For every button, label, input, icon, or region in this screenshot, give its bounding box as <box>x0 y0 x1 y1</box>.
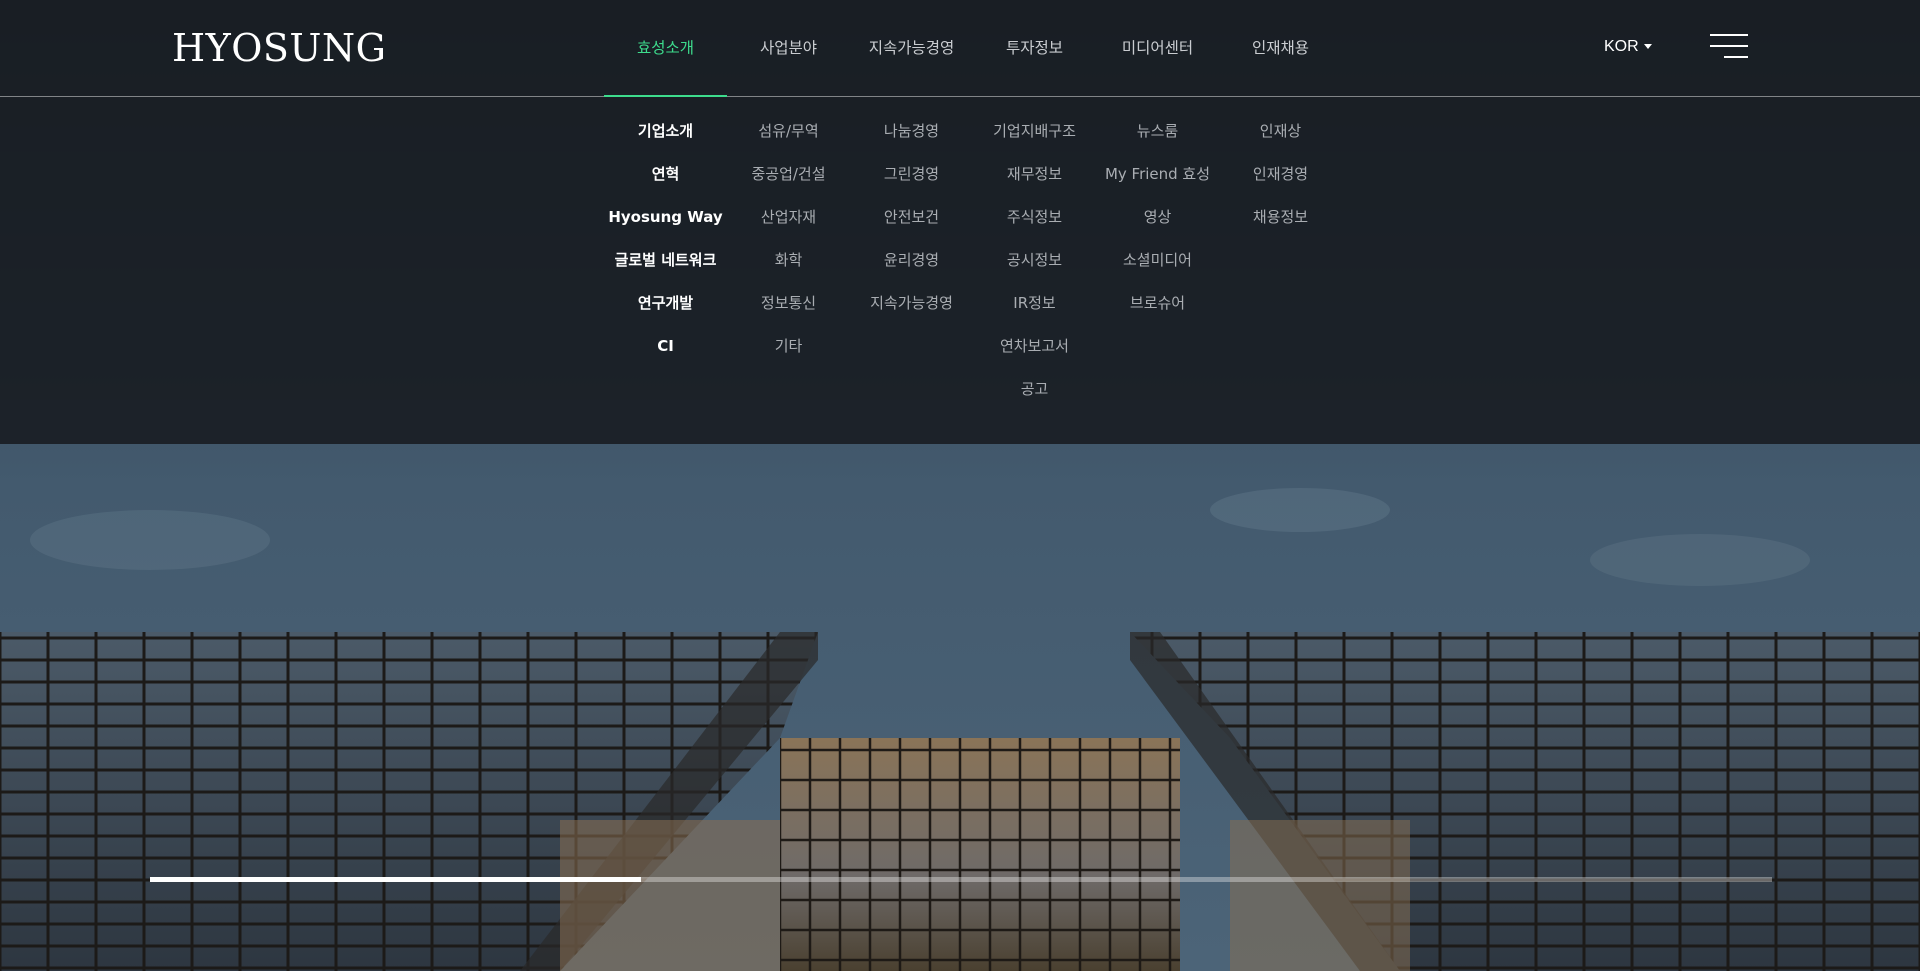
language-label: KOR <box>1604 38 1639 55</box>
submenu-item[interactable]: 연차보고서 <box>973 329 1096 372</box>
submenu-item[interactable]: 연혁 <box>604 157 727 200</box>
submenu-item[interactable]: 인재경영 <box>1219 157 1342 200</box>
submenu-item[interactable]: 공시정보 <box>973 243 1096 286</box>
submenu-item[interactable]: 글로벌 네트워크 <box>604 243 727 286</box>
submenu-item[interactable]: IR정보 <box>973 286 1096 329</box>
submenu-item[interactable]: 나눔경영 <box>850 114 973 157</box>
nav-item-about[interactable]: 효성소개 <box>604 0 727 97</box>
submenu-item[interactable]: 중공업/건설 <box>727 157 850 200</box>
submenu-item[interactable]: 지속가능경영 <box>850 286 973 329</box>
submenu-item[interactable]: 브로슈어 <box>1096 286 1219 329</box>
submenu-column-business: 섬유/무역 중공업/건설 산업자재 화학 정보통신 기타 <box>727 114 850 415</box>
slider-progress-fill <box>150 877 642 882</box>
submenu-column-careers: 인재상 인재경영 채용정보 <box>1219 114 1342 415</box>
submenu-item[interactable]: 정보통신 <box>727 286 850 329</box>
submenu-item[interactable]: 재무정보 <box>973 157 1096 200</box>
submenu-column-sustainability: 나눔경영 그린경영 안전보건 윤리경영 지속가능경영 <box>850 114 973 415</box>
hamburger-icon[interactable] <box>1710 34 1748 58</box>
mega-menu-overlay: HYOSUNG 효성소개 사업분야 지속가능경영 투자정보 미디어센터 인재채용… <box>0 0 1920 444</box>
submenu-item[interactable]: 영상 <box>1096 200 1219 243</box>
submenu-item[interactable]: 소셜미디어 <box>1096 243 1219 286</box>
submenu-item[interactable]: 주식정보 <box>973 200 1096 243</box>
submenu-item[interactable]: 섬유/무역 <box>727 114 850 157</box>
nav-item-careers[interactable]: 인재채용 <box>1219 0 1342 96</box>
slider-progress-bar[interactable] <box>150 877 1772 882</box>
submenu-column-about: 기업소개 연혁 Hyosung Way 글로벌 네트워크 연구개발 CI <box>604 114 727 415</box>
submenu-item[interactable]: 공고 <box>973 372 1096 415</box>
hyosung-logo[interactable]: HYOSUNG <box>172 26 387 70</box>
site-header: HYOSUNG 효성소개 사업분야 지속가능경영 투자정보 미디어센터 인재채용… <box>0 0 1920 97</box>
nav-item-sustainability[interactable]: 지속가능경영 <box>850 0 973 96</box>
submenu-item[interactable]: 산업자재 <box>727 200 850 243</box>
submenu-item[interactable]: 인재상 <box>1219 114 1342 157</box>
submenu-column-investors: 기업지배구조 재무정보 주식정보 공시정보 IR정보 연차보고서 공고 <box>973 114 1096 415</box>
submenu-item[interactable]: Hyosung Way <box>604 200 727 243</box>
submenu-panel: 기업소개 연혁 Hyosung Way 글로벌 네트워크 연구개발 CI 섬유/… <box>604 114 1342 415</box>
nav-item-investors[interactable]: 투자정보 <box>973 0 1096 96</box>
caret-down-icon <box>1643 44 1652 50</box>
submenu-column-media: 뉴스룸 My Friend 효성 영상 소셜미디어 브로슈어 <box>1096 114 1219 415</box>
submenu-item[interactable]: 안전보건 <box>850 200 973 243</box>
submenu-item[interactable]: 윤리경영 <box>850 243 973 286</box>
global-nav: 효성소개 사업분야 지속가능경영 투자정보 미디어센터 인재채용 <box>604 0 1342 97</box>
submenu-item[interactable]: 화학 <box>727 243 850 286</box>
submenu-item[interactable]: 연구개발 <box>604 286 727 329</box>
submenu-item[interactable]: 그린경영 <box>850 157 973 200</box>
nav-item-media[interactable]: 미디어센터 <box>1096 0 1219 96</box>
submenu-item[interactable]: 뉴스룸 <box>1096 114 1219 157</box>
submenu-item[interactable]: 기업소개 <box>604 114 727 157</box>
language-selector[interactable]: KOR <box>1604 38 1652 56</box>
submenu-item[interactable]: 기업지배구조 <box>973 114 1096 157</box>
submenu-item[interactable]: My Friend 효성 <box>1096 157 1219 200</box>
submenu-item[interactable]: CI <box>604 329 727 372</box>
submenu-item[interactable]: 채용정보 <box>1219 200 1342 243</box>
submenu-item[interactable]: 기타 <box>727 329 850 372</box>
nav-item-business[interactable]: 사업분야 <box>727 0 850 96</box>
